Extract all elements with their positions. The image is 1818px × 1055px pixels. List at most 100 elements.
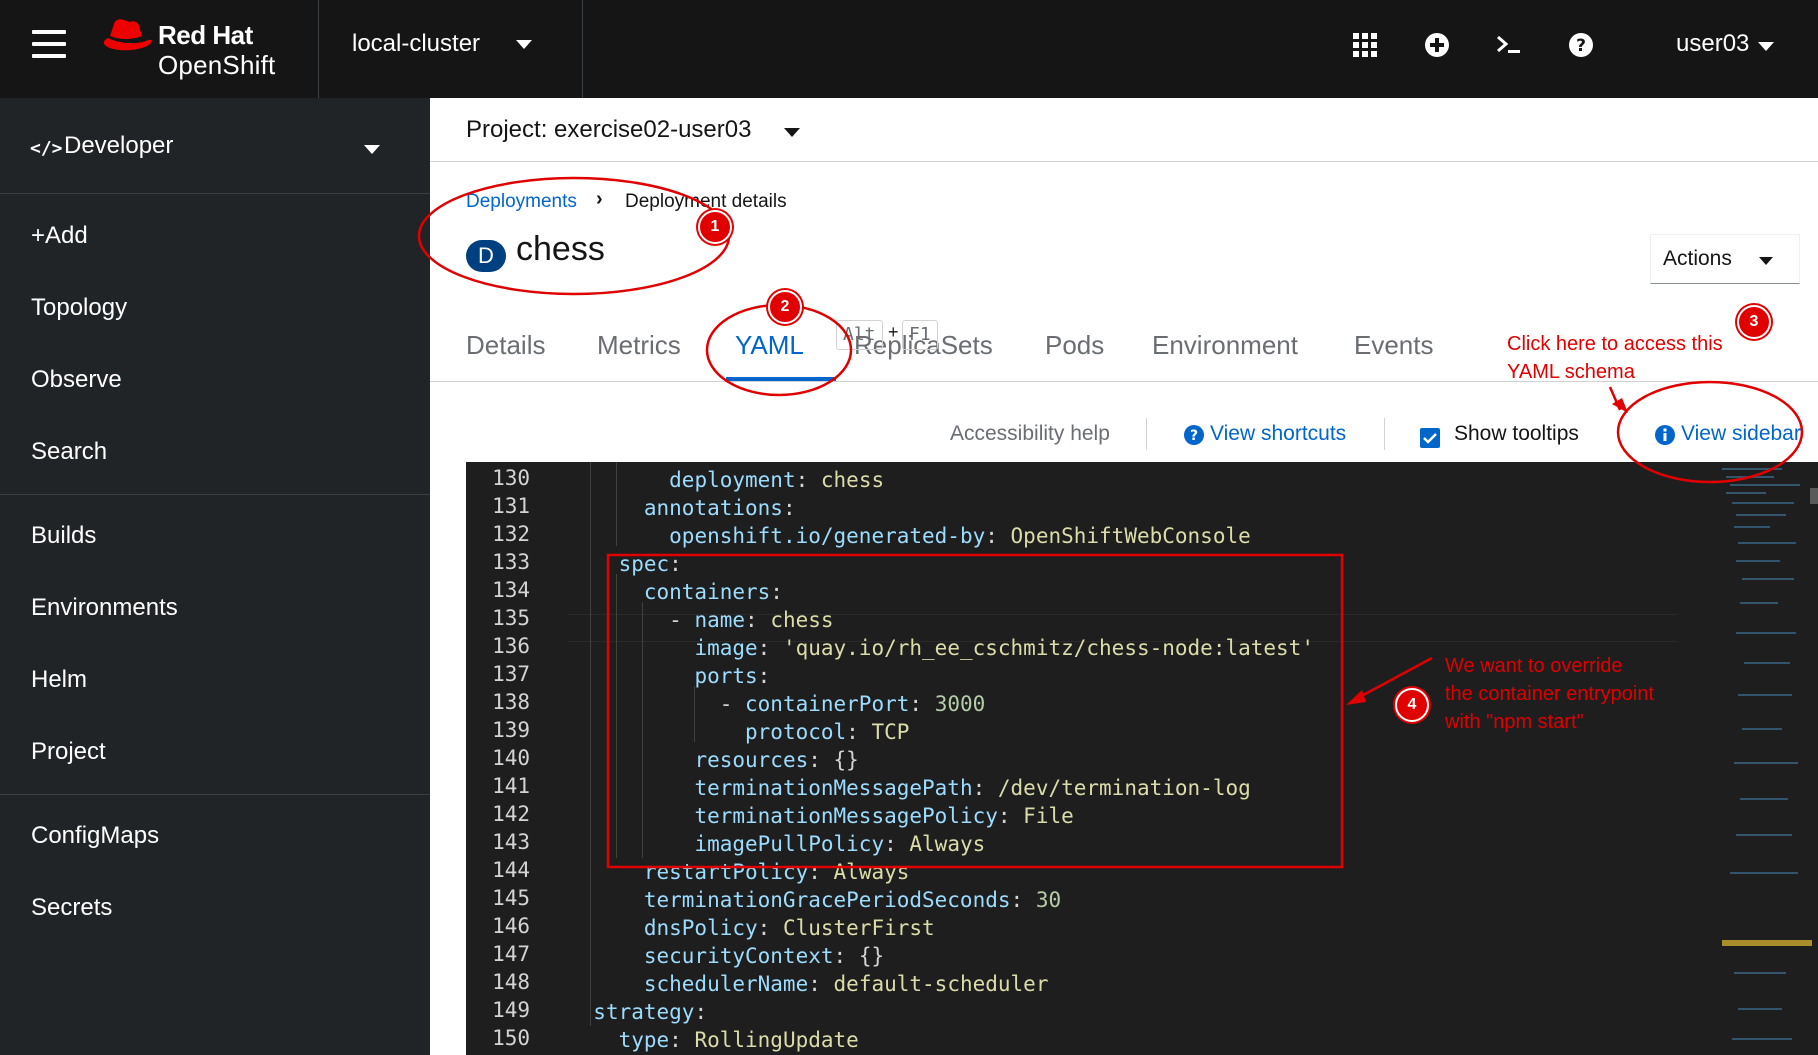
line-number: 137: [492, 662, 530, 686]
sidebar-item-search[interactable]: Search: [31, 438, 107, 466]
resource-kind-badge: D: [466, 240, 506, 272]
tab-events[interactable]: Events: [1354, 330, 1434, 361]
line-number: 141: [492, 774, 530, 798]
show-tooltips-label: Show tooltips: [1454, 422, 1579, 445]
code-line: containers:: [643, 580, 783, 604]
tab-metrics[interactable]: Metrics: [597, 330, 681, 361]
sidebar-item-observe[interactable]: Observe: [31, 366, 122, 394]
view-sidebar-link[interactable]: View sidebar: [1681, 422, 1801, 446]
show-tooltips-checkbox[interactable]: [1420, 428, 1440, 448]
annotation-note-3-line1: Click here to access this: [1507, 333, 1723, 355]
view-shortcuts-link[interactable]: View shortcuts: [1210, 422, 1346, 446]
line-number: 147: [492, 942, 530, 966]
toolbar-divider: [1146, 418, 1147, 450]
line-number: 140: [492, 746, 530, 770]
sidebar-item-configmaps[interactable]: ConfigMaps: [31, 822, 159, 850]
user-menu[interactable]: user03: [1676, 30, 1749, 58]
sidebar-item-add[interactable]: +Add: [31, 222, 88, 250]
code-line: imagePullPolicy: Always: [694, 832, 986, 856]
line-number: 132: [492, 522, 530, 546]
line-number: 138: [492, 690, 530, 714]
active-tab-indicator: [726, 377, 836, 381]
tab-details[interactable]: Details: [466, 330, 545, 361]
kbd-f1: F1: [902, 320, 938, 350]
annotation-note-4-line2: the container entrypoint: [1445, 683, 1655, 705]
help-icon[interactable]: ?: [1566, 30, 1596, 60]
masthead-divider: [318, 0, 319, 98]
toolbar-divider: [1384, 418, 1385, 450]
code-line: annotations:: [643, 496, 796, 520]
sidebar-divider: [0, 794, 430, 795]
line-number: 131: [492, 494, 530, 518]
annotation-marker-2: 2: [768, 290, 802, 324]
line-number: 142: [492, 802, 530, 826]
breadcrumb-deployments-link[interactable]: Deployments: [466, 191, 577, 213]
line-number: 133: [492, 550, 530, 574]
kbd-alt: Alt: [836, 320, 883, 350]
editor-minimap[interactable]: [1716, 462, 1818, 1055]
brand-line1: Red Hat: [158, 20, 253, 50]
svg-text:?: ?: [1576, 36, 1586, 56]
check-icon: [1423, 433, 1437, 444]
sidebar-item-secrets[interactable]: Secrets: [31, 894, 112, 922]
redhat-hat-icon: [103, 19, 152, 51]
sidebar-item-builds[interactable]: Builds: [31, 522, 96, 550]
code-line: securityContext: {}: [643, 944, 885, 968]
plus-circle-icon[interactable]: [1422, 30, 1452, 60]
line-number: 150: [492, 1026, 530, 1050]
annotation-note-3-line2: YAML schema: [1507, 361, 1635, 383]
annotation-marker-1: 1: [698, 210, 732, 244]
kbd-plus: +: [888, 322, 899, 342]
line-number: 136: [492, 634, 530, 658]
code-line: terminationGracePeriodSeconds: 30: [643, 888, 1062, 912]
code-line: terminationMessagePolicy: File: [694, 804, 1074, 828]
sidebar-item-topology[interactable]: Topology: [31, 294, 127, 322]
line-number: 143: [492, 830, 530, 854]
annotation-note-4-line1: We want to override: [1445, 655, 1623, 677]
perspective-switcher[interactable]: </> Developer: [0, 98, 430, 194]
page-title: chess: [516, 230, 605, 268]
code-line: deployment: chess: [669, 468, 885, 492]
cluster-selector[interactable]: local-cluster: [352, 30, 480, 58]
annotation-marker-4: 4: [1395, 688, 1429, 722]
code-line: type: RollingUpdate: [618, 1028, 859, 1052]
line-number: 146: [492, 914, 530, 938]
terminal-icon[interactable]: [1494, 30, 1524, 60]
line-number: 144: [492, 858, 530, 882]
actions-dropdown[interactable]: Actions: [1650, 234, 1800, 284]
tab-environment[interactable]: Environment: [1152, 330, 1298, 361]
code-line: - name: chess: [568, 608, 834, 632]
code-line: ports:: [694, 664, 771, 688]
editor-scrollbar[interactable]: [1810, 488, 1818, 504]
perspective-label: Developer: [64, 132, 174, 159]
project-bar: Project: exercise02-user03: [430, 98, 1818, 162]
sidebar-item-helm[interactable]: Helm: [31, 666, 87, 694]
line-number: 134: [492, 578, 530, 602]
yaml-editor[interactable]: 130 131 132 133 134 135 136 137 138 139 …: [466, 462, 1818, 1055]
accessibility-help[interactable]: Accessibility help: [950, 422, 1110, 446]
caret-down-icon[interactable]: [1758, 42, 1774, 51]
sidebar-item-project[interactable]: Project: [31, 738, 106, 766]
caret-down-icon[interactable]: [516, 40, 532, 49]
line-number: 135: [492, 606, 530, 630]
line-number: 145: [492, 886, 530, 910]
caret-down-icon[interactable]: [784, 128, 800, 137]
code-line: - containerPort: 3000: [568, 692, 986, 716]
code-line: resources: {}: [694, 748, 859, 772]
sidebar-item-environments[interactable]: Environments: [31, 594, 178, 622]
tab-pods[interactable]: Pods: [1045, 330, 1104, 361]
question-circle-icon: ?: [1184, 425, 1204, 445]
svg-text:?: ?: [1190, 428, 1198, 444]
project-selector[interactable]: Project: exercise02-user03: [466, 116, 751, 144]
code-line: openshift.io/generated-by: OpenShiftWebC…: [669, 524, 1251, 548]
brand-logo[interactable]: Red Hat OpenShift: [100, 16, 300, 82]
annotation-note-4-line3: with "npm start": [1445, 711, 1584, 733]
tab-yaml[interactable]: YAML: [735, 330, 804, 361]
info-circle-icon: [1655, 425, 1675, 445]
code-line: schedulerName: default-scheduler: [643, 972, 1049, 996]
app-launcher-icon[interactable]: [1350, 30, 1380, 60]
hamburger-menu-icon[interactable]: [32, 30, 66, 60]
line-number: 130: [492, 466, 530, 490]
code-icon: </>: [30, 138, 63, 159]
masthead: Red Hat OpenShift local-cluster ? user03: [0, 0, 1818, 98]
